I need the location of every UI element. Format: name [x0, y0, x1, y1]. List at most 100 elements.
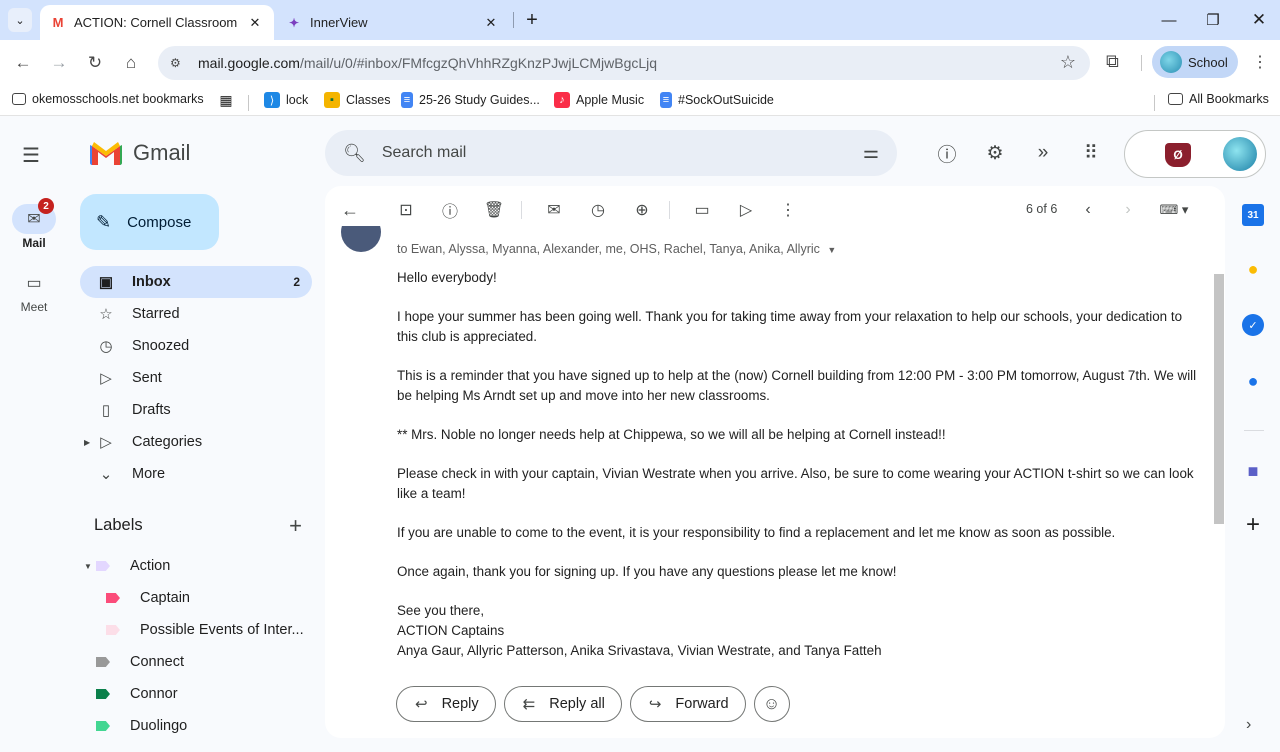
site-settings-icon[interactable]: ⚙	[170, 56, 190, 70]
mark-unread-icon[interactable]: ✉	[543, 199, 565, 221]
contacts-icon[interactable]: ●	[1242, 370, 1264, 392]
more-options-icon[interactable]: ⋮	[777, 199, 799, 221]
bookmark-classes[interactable]: ▪ Classes	[324, 92, 390, 108]
body-paragraph: ** Mrs. Noble no longer needs help at Ch…	[397, 427, 946, 442]
rail-mail[interactable]: ✉ 2 Mail	[0, 198, 68, 250]
delete-icon[interactable]: 🗑︎	[483, 199, 505, 221]
main-menu-icon[interactable]: ☰	[22, 143, 40, 168]
label-possible-events[interactable]: Possible Events of Inter...	[80, 614, 312, 646]
search-input[interactable]	[381, 144, 822, 162]
tab-title: ACTION: Cornell Classroom set	[74, 15, 240, 30]
gemini-icon[interactable]: »	[1030, 140, 1056, 166]
browser-menu-icon[interactable]: ⋮	[1252, 52, 1268, 72]
back-button[interactable]: ←	[11, 51, 35, 75]
search-bar: 🔍︎ ⚌	[325, 130, 897, 176]
back-to-inbox-icon[interactable]: ←	[339, 199, 361, 221]
calendar-icon[interactable]: 31	[1242, 204, 1264, 226]
collapse-caret-icon[interactable]: ▼	[84, 562, 92, 571]
profile-avatar	[1160, 51, 1182, 73]
archive-icon[interactable]: ⊡	[395, 199, 417, 221]
older-chevron-icon[interactable]: ›	[1117, 199, 1139, 221]
help-icon[interactable]: ⓘ	[934, 140, 960, 166]
nav-sent[interactable]: ▷ Sent	[80, 362, 312, 394]
expand-caret-icon[interactable]: ▶	[84, 438, 90, 447]
label-tag-icon	[106, 593, 120, 603]
apps-grid-icon[interactable]: ⠿	[1078, 140, 1104, 166]
label-action[interactable]: ▼ Action	[80, 550, 312, 582]
recipients[interactable]: to Ewan, Alyssa, Myanna, Alexander, me, …	[397, 242, 836, 256]
close-tab-icon[interactable]: ✕	[482, 14, 500, 32]
new-tab-button[interactable]: +	[520, 8, 544, 32]
home-icon[interactable]: ⌂	[119, 51, 143, 75]
forward-button[interactable]: →	[47, 51, 71, 75]
report-spam-icon[interactable]: ⓘ	[439, 199, 461, 221]
compose-label: Compose	[127, 213, 192, 231]
tab-innerview[interactable]: ✦ InnerView ✕	[276, 5, 510, 40]
label-duolingo[interactable]: Duolingo	[80, 710, 312, 742]
search-options-icon[interactable]: ⚌	[863, 142, 879, 163]
rail-meet[interactable]: ▭ Meet	[0, 268, 68, 314]
emoji-reaction-icon[interactable]: ☺	[753, 686, 790, 722]
show-side-panel-icon[interactable]: ›	[1246, 716, 1251, 734]
account-avatar[interactable]	[1223, 137, 1257, 171]
bookmark-sockoutsuicide[interactable]: ≡ #SockOutSuicide	[660, 92, 774, 108]
profile-button[interactable]: School	[1152, 46, 1238, 78]
snooze-icon[interactable]: ◷	[587, 199, 609, 221]
create-label-icon[interactable]: +	[289, 513, 302, 539]
reply-button[interactable]: ↩ Reply	[396, 686, 496, 722]
labels-heading: Labels +	[94, 513, 302, 538]
address-bar[interactable]: ⚙ mail.google.com/mail/u/0/#inbox/FMfcgz…	[158, 46, 1090, 80]
message: to Ewan, Alyssa, Myanna, Alexander, me, …	[325, 226, 1213, 668]
teams-icon[interactable]: ■	[1242, 460, 1264, 482]
label-captain[interactable]: Captain	[80, 582, 312, 614]
bookmark-study-guides[interactable]: ≡ 25-26 Study Guides...	[401, 92, 540, 108]
reload-button[interactable]: ↻	[83, 51, 107, 75]
nav-more[interactable]: ⌄ More	[80, 458, 312, 490]
close-window-button[interactable]: ✕	[1236, 0, 1280, 40]
nav-starred[interactable]: ☆ Starred	[80, 298, 312, 330]
nav-inbox[interactable]: ▣ Inbox 2	[80, 266, 312, 298]
chevron-down-icon: ⌄	[99, 466, 113, 483]
nav-categories[interactable]: ▶ ▷ Categories	[80, 426, 312, 458]
newer-chevron-icon[interactable]: ‹	[1077, 199, 1099, 221]
minimize-button[interactable]: —	[1146, 0, 1192, 40]
account-switcher[interactable]: Ø	[1124, 130, 1266, 178]
label-connect[interactable]: Connect	[80, 646, 312, 678]
apps-grid-icon[interactable]: ▦	[218, 92, 240, 108]
compose-button[interactable]: ✎ Compose	[80, 194, 219, 250]
settings-gear-icon[interactable]: ⚙	[982, 140, 1008, 166]
label-icon[interactable]: ▷	[735, 199, 757, 221]
forward-button[interactable]: ↪ Forward	[629, 686, 746, 722]
close-tab-icon[interactable]: ✕	[246, 14, 264, 32]
all-bookmarks[interactable]: All Bookmarks	[1168, 92, 1269, 106]
nav-drafts[interactable]: ▯ Drafts	[80, 394, 312, 426]
forward-icon: ↪	[648, 696, 662, 713]
maximize-button[interactable]: ❐	[1190, 0, 1236, 40]
label-tag-icon	[96, 561, 110, 571]
nav-snoozed[interactable]: ◷ Snoozed	[80, 330, 312, 362]
input-tools-icon[interactable]: ⌨ ▾	[1157, 199, 1191, 221]
move-to-icon[interactable]: ▭	[691, 199, 713, 221]
reading-pane-scrollbar[interactable]	[1214, 274, 1224, 524]
add-task-icon[interactable]: ⊕	[631, 199, 653, 221]
reply-all-button[interactable]: ⇇ Reply all	[503, 686, 622, 722]
label-tag-icon	[96, 657, 110, 667]
browser-toolbar: ← → ↻ ⌂ ⚙ mail.google.com/mail/u/0/#inbo…	[0, 40, 1280, 86]
tab-search-icon[interactable]: ⌄	[8, 8, 32, 32]
classroom-icon: ▪	[324, 92, 340, 108]
bookmark-star-icon[interactable]: ☆	[1060, 52, 1076, 73]
tasks-icon[interactable]: ✓	[1242, 314, 1264, 336]
tab-gmail[interactable]: M ACTION: Cornell Classroom set ✕	[40, 5, 274, 40]
bookmark-apple-music[interactable]: ♪ Apple Music	[554, 92, 644, 108]
keep-icon[interactable]: ●	[1242, 258, 1264, 280]
signoff: See you there,	[397, 603, 485, 618]
school-logo: Ø	[1165, 143, 1191, 167]
bookmark-okemos[interactable]: okemosschools.net bookmarks	[12, 92, 204, 106]
gmail-logo[interactable]: Gmail	[90, 140, 190, 166]
bookmark-lock[interactable]: ⟩ lock	[264, 92, 308, 108]
get-addons-icon[interactable]: +	[1242, 511, 1264, 538]
label-connor[interactable]: Connor	[80, 678, 312, 710]
recipients-dropdown-icon[interactable]: ▼	[827, 245, 836, 255]
extensions-icon[interactable]: ⧉	[1106, 51, 1119, 72]
search-icon[interactable]: 🔍︎	[343, 143, 366, 164]
